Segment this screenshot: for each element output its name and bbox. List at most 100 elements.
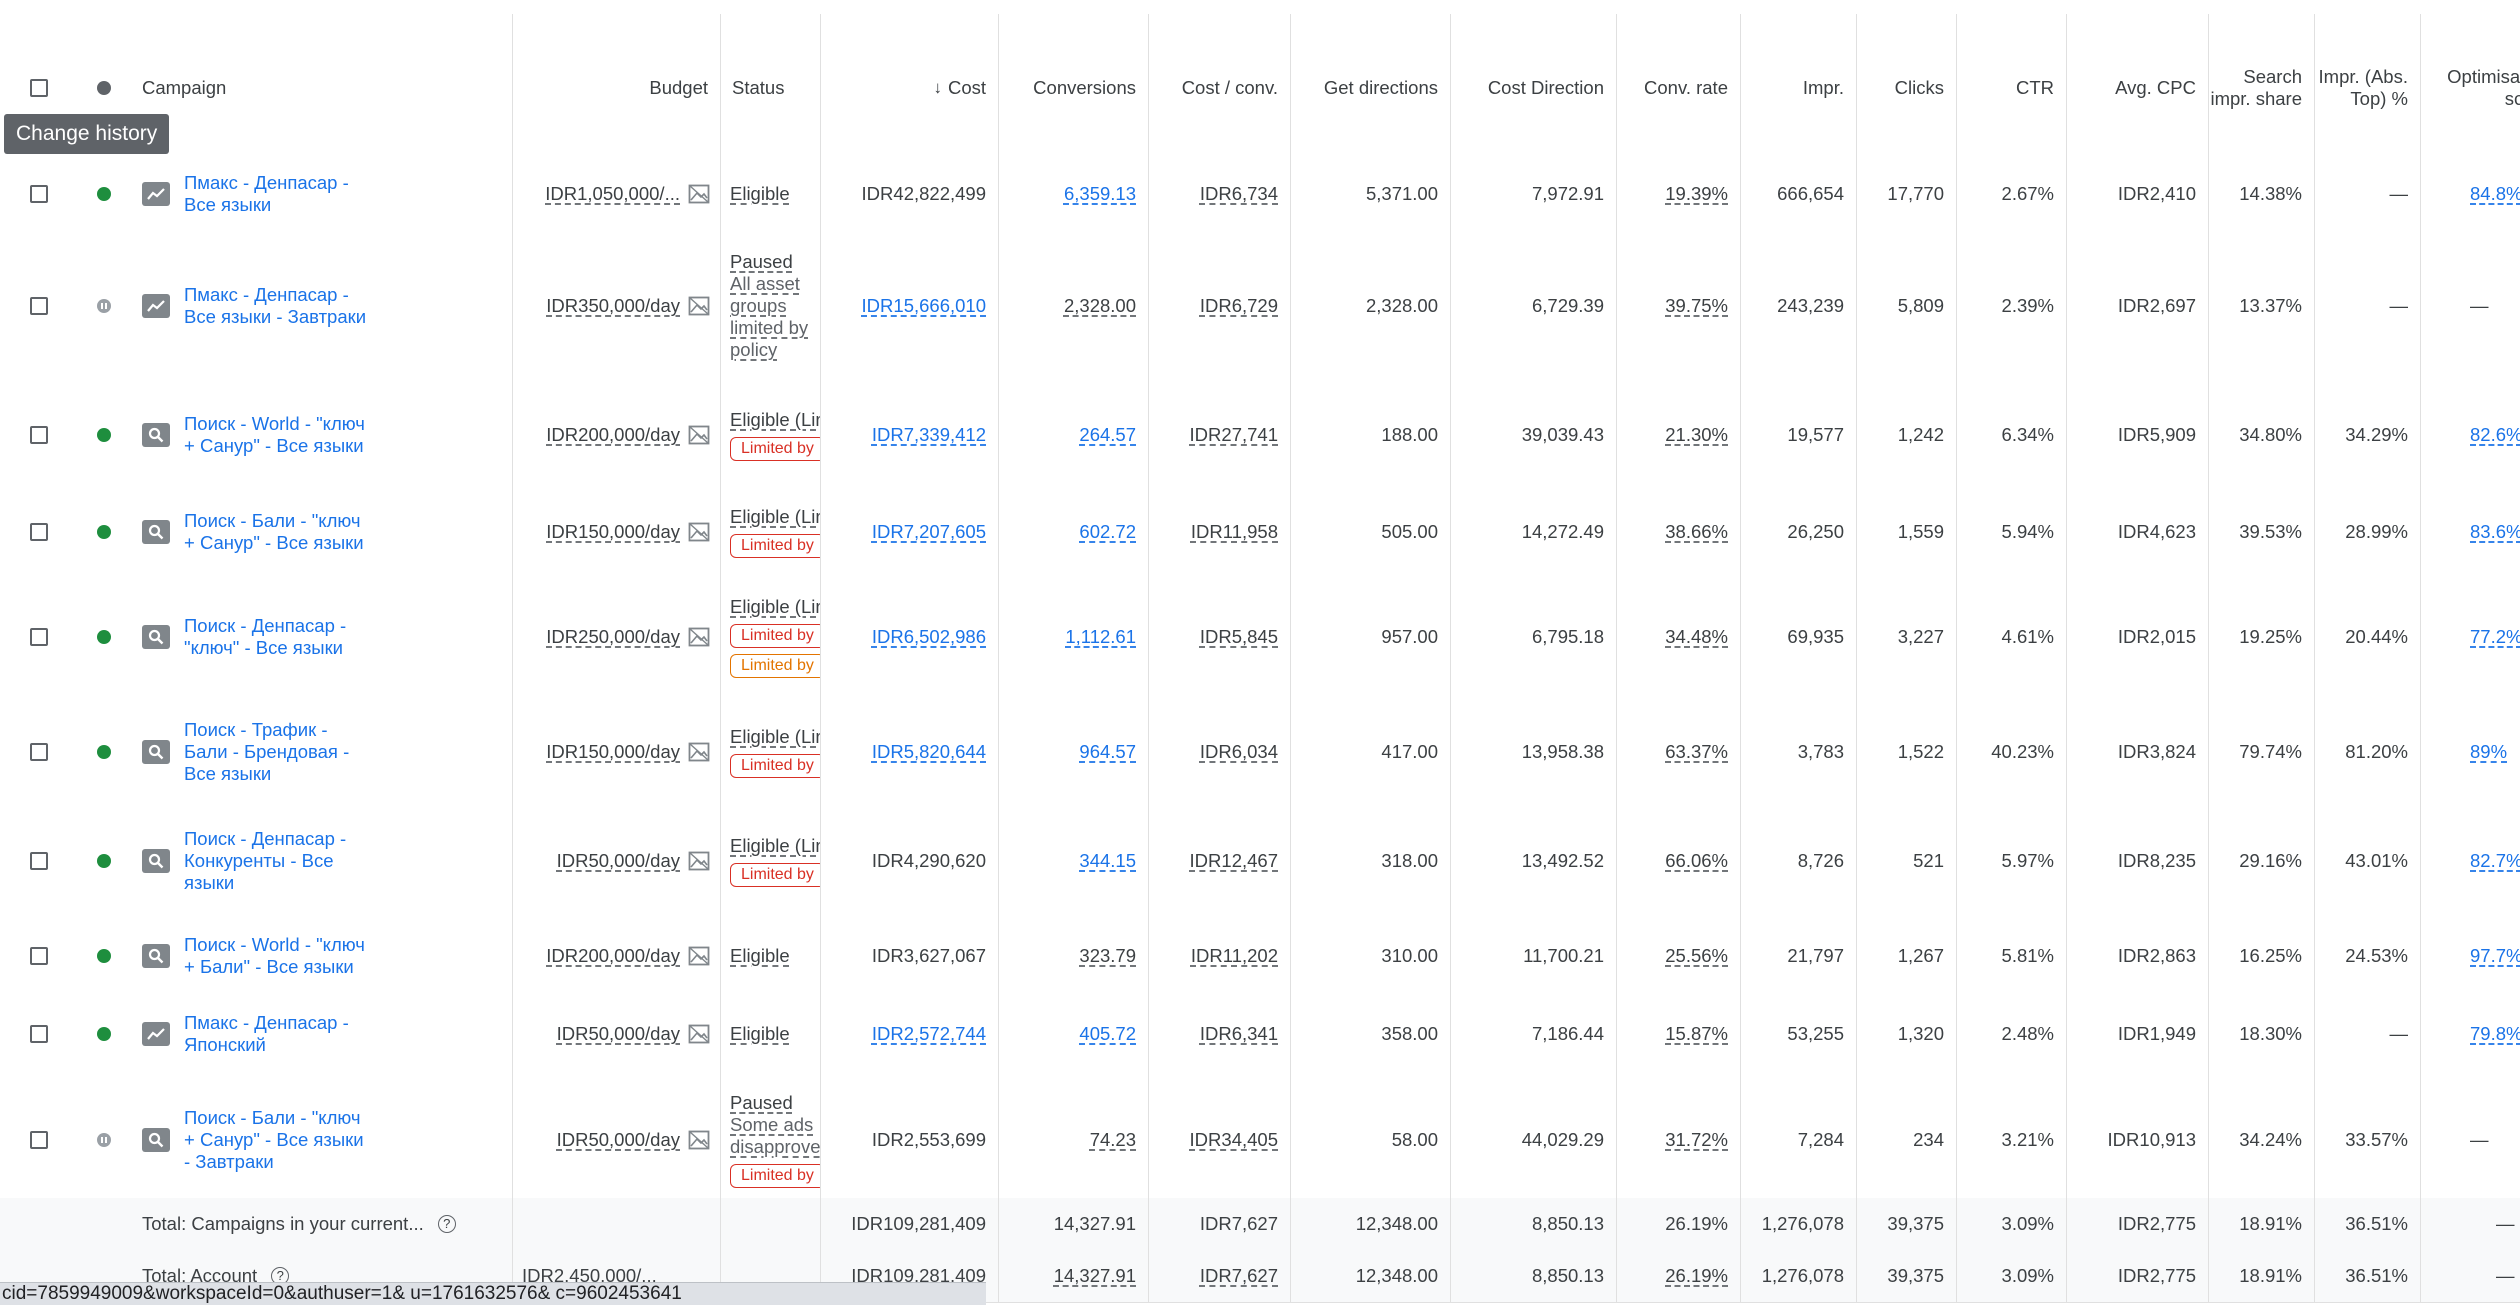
budget-value[interactable]: IDR250,000/day [546,626,680,648]
limited-status-chip[interactable]: Limited by [730,754,820,778]
budget-report-icon[interactable] [688,184,710,204]
budget-value[interactable]: IDR150,000/day [546,741,680,763]
table-row[interactable]: Поиск - Бали - "ключ + Санур" - Все язык… [0,484,2520,581]
limited-status-chip[interactable]: Limited by [730,624,820,648]
budget-value[interactable]: IDR50,000/day [557,1129,680,1151]
header-ctr[interactable]: CTR [1956,14,2066,162]
budget-value[interactable]: IDR1,050,000/... [545,183,680,205]
conversions-value[interactable]: 964.57 [1079,741,1136,763]
table-row[interactable]: Пмакс - Денпасар - Японский IDR50,000/day… [0,1000,2520,1069]
optimisation-score-value[interactable]: 82.7% [2470,850,2520,872]
campaign-name-link[interactable]: Пмакс - Денпасар - Все языки [184,172,374,216]
budget-report-icon[interactable] [688,742,710,762]
status-text[interactable]: Eligible (Limited) [730,726,820,748]
header-get-directions[interactable]: Get directions [1290,14,1450,162]
header-conv-rate[interactable]: Conv. rate [1616,14,1740,162]
table-row[interactable]: Поиск - Денпасар - Конкуренты - Все язык… [0,810,2520,913]
header-search-impr-share[interactable]: Search impr. share [2208,14,2314,162]
header-campaign[interactable]: Campaign [130,14,512,162]
enabled-status-icon[interactable] [97,525,111,539]
status-text[interactable]: Eligible (Limited) [730,835,820,857]
table-row[interactable]: Поиск - Бали - "ключ + Санур" - Все язык… [0,1068,2520,1213]
optimisation-score-value[interactable]: 77.2% [2470,626,2520,648]
budget-value[interactable]: IDR50,000/day [557,1023,680,1045]
conversions-value[interactable]: 6,359.13 [1064,183,1136,205]
header-impr-abs-top[interactable]: Impr. (Abs. Top) % [2314,14,2420,162]
limited-status-chip[interactable]: Limited by [730,1164,820,1188]
header-cost-per-conv[interactable]: Cost / conv. [1148,14,1290,162]
status-text[interactable]: Paused [730,1092,793,1114]
status-text[interactable]: Eligible (Limited) [730,506,820,528]
conversions-value[interactable]: 1,112.61 [1065,626,1136,648]
cost-value[interactable]: IDR7,207,605 [872,521,986,543]
optimisation-score-value[interactable]: 89% [2470,741,2507,763]
cost-value[interactable]: IDR15,666,010 [862,295,986,317]
status-text[interactable]: Paused [730,251,793,273]
row-checkbox[interactable] [30,628,48,646]
enabled-status-icon[interactable] [97,1027,111,1041]
cost-value[interactable]: IDR2,572,744 [872,1023,986,1045]
header-budget[interactable]: Budget [512,14,720,162]
table-row[interactable]: Поиск - World - "ключ + Санур" - Все язы… [0,386,2520,485]
enabled-status-icon[interactable] [97,854,111,868]
campaign-name-link[interactable]: Пмакс - Денпасар - Японский [184,1012,374,1056]
optimisation-score-value[interactable]: 82.6% [2470,424,2520,446]
conversions-value[interactable]: 264.57 [1079,424,1136,446]
status-text[interactable]: Eligible [730,183,790,205]
status-text[interactable]: Eligible [730,945,790,967]
budget-value[interactable]: IDR200,000/day [546,945,680,967]
budget-report-icon[interactable] [688,1024,710,1044]
help-icon[interactable]: ? [437,1215,456,1233]
budget-value[interactable]: IDR200,000/day [546,424,680,446]
table-row[interactable]: Пмакс - Денпасар - Все языки IDR1,050,000… [0,162,2520,227]
row-checkbox[interactable] [30,523,48,541]
optimisation-score-value[interactable]: 83.6% [2470,521,2520,543]
campaign-name-link[interactable]: Поиск - Бали - "ключ + Санур" - Все язык… [184,510,374,554]
conversions-value[interactable]: 344.15 [1079,850,1136,872]
paused-status-icon[interactable] [97,299,111,313]
budget-report-icon[interactable] [688,851,710,871]
header-clicks[interactable]: Clicks [1856,14,1956,162]
enabled-status-icon[interactable] [97,187,111,201]
header-cost[interactable]: ↓ Cost [820,14,998,162]
budget-report-icon[interactable] [688,946,710,966]
enabled-status-icon[interactable] [97,428,111,442]
header-cost-direction[interactable]: Cost Direction [1450,14,1616,162]
status-text[interactable]: Eligible [730,1023,790,1045]
table-row[interactable]: Поиск - World - "ключ + Бали" - Все язык… [0,912,2520,1001]
campaign-name-link[interactable]: Пмакс - Денпасар - Все языки - Завтраки [184,284,374,328]
limited-status-chip[interactable]: Limited by [730,654,820,678]
conversions-value[interactable]: 405.72 [1079,1023,1136,1045]
cost-value[interactable]: IDR5,820,644 [872,741,986,763]
table-row[interactable]: Поиск - Денпасар - "ключ" - Все языки IDR… [0,580,2520,695]
campaign-name-link[interactable]: Поиск - Денпасар - "ключ" - Все языки [184,615,374,659]
table-row[interactable]: Пмакс - Денпасар - Все языки - Завтраки I… [0,226,2520,387]
enabled-status-icon[interactable] [97,630,111,644]
limited-status-chip[interactable]: Limited by [730,437,820,461]
campaign-name-link[interactable]: Поиск - Денпасар - Конкуренты - Все язык… [184,828,374,894]
row-checkbox[interactable] [30,297,48,315]
budget-report-icon[interactable] [688,1130,710,1150]
optimisation-score-value[interactable]: 79.8% [2470,1023,2520,1045]
budget-report-icon[interactable] [688,296,710,316]
cost-value[interactable]: IDR6,502,986 [872,626,986,648]
status-text[interactable]: Eligible (Limited) [730,596,820,618]
cost-value[interactable]: IDR7,339,412 [872,424,986,446]
campaign-name-link[interactable]: Поиск - World - "ключ + Санур" - Все язы… [184,413,374,457]
header-optimisation-score[interactable]: Optimisation score [2420,14,2520,162]
row-checkbox[interactable] [30,1025,48,1043]
conversions-value[interactable]: 602.72 [1079,521,1136,543]
budget-value[interactable]: IDR50,000/day [557,850,680,872]
budget-value[interactable]: IDR150,000/day [546,521,680,543]
row-checkbox[interactable] [30,1131,48,1149]
header-avg-cpc[interactable]: Avg. CPC [2066,14,2208,162]
enabled-status-icon[interactable] [97,745,111,759]
header-conversions[interactable]: Conversions [998,14,1148,162]
header-impressions[interactable]: Impr. [1740,14,1856,162]
optimisation-score-value[interactable]: 84.8% [2470,183,2520,205]
paused-status-icon[interactable] [97,1133,111,1147]
budget-report-icon[interactable] [688,522,710,542]
row-checkbox[interactable] [30,426,48,444]
select-all-checkbox[interactable] [30,79,48,97]
budget-value[interactable]: IDR350,000/day [546,295,680,317]
